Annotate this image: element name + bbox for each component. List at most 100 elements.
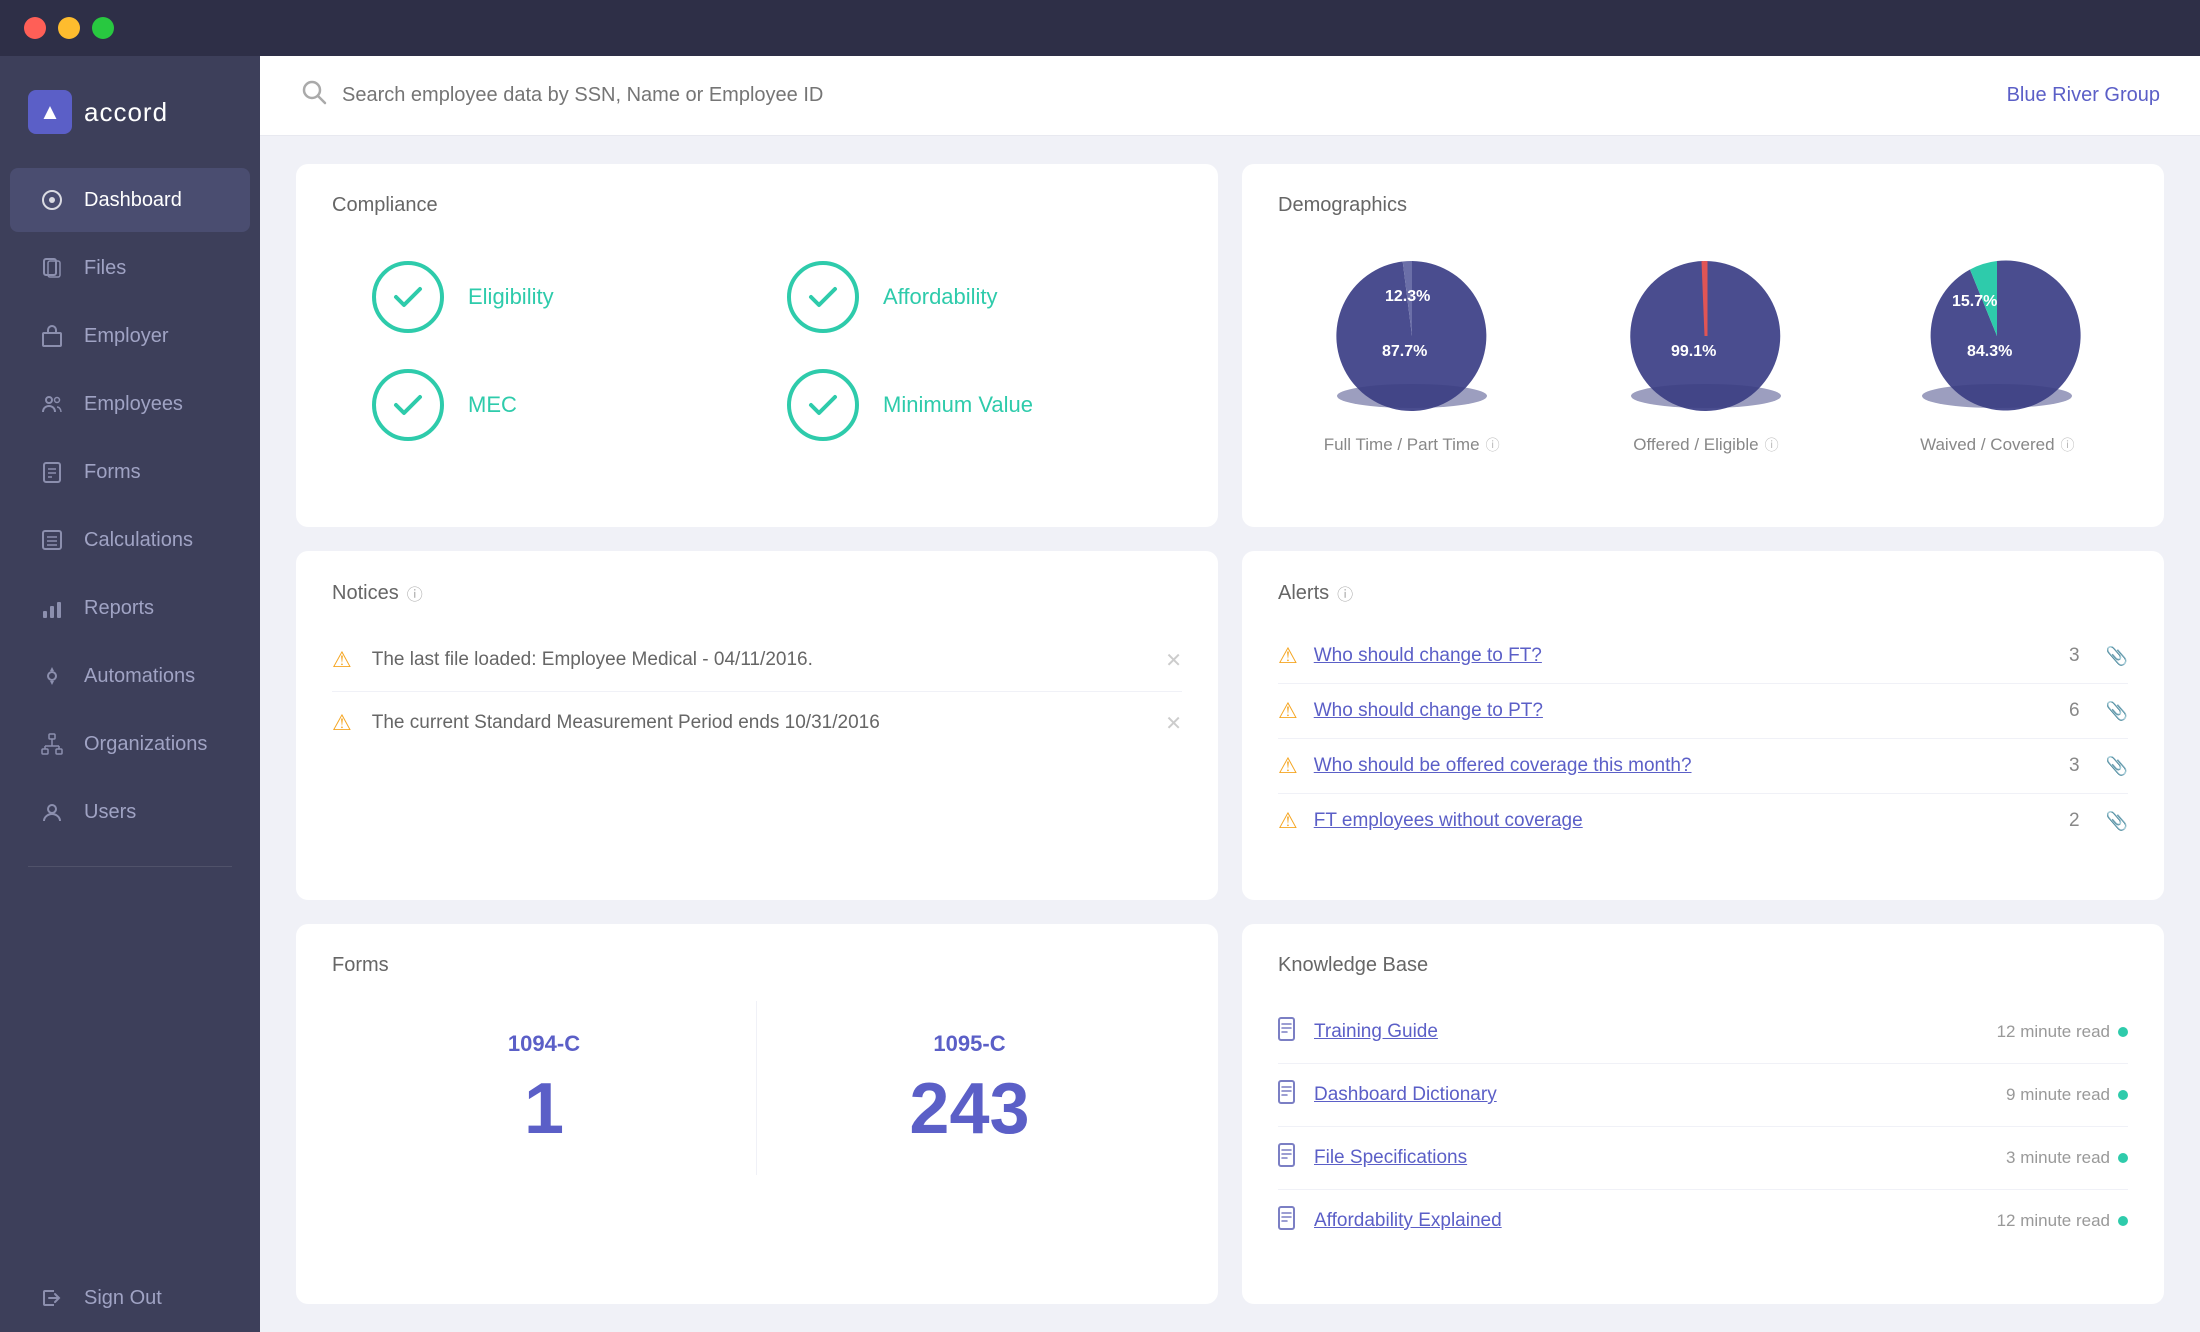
titlebar [0,0,2200,56]
form-1094c: 1094-C 1 [332,1001,757,1175]
sidebar-item-dashboard[interactable]: Dashboard [10,168,250,232]
demographics-card: Demographics 87.7% 12.3% [1242,164,2164,527]
compliance-card: Compliance Eligibility [296,164,1218,527]
chart-ft-pt-label: Full Time / Part Time ⓘ [1324,435,1500,455]
minimum-value-label: Minimum Value [883,392,1033,418]
alert-warning-icon-2: ⚠ [1278,753,1298,779]
search-input[interactable] [342,84,842,107]
kb-doc-icon-2 [1278,1143,1298,1173]
employees-icon [38,390,66,418]
pie-chart-offered-eligible: 99.1% [1621,251,1791,421]
sidebar-item-users[interactable]: Users [10,780,250,844]
demographics-title: Demographics [1278,194,2128,217]
notices-info-icon: ⓘ [407,581,423,605]
alert-count-1: 6 [2069,700,2080,722]
svg-text:12.3%: 12.3% [1385,288,1430,305]
chart-offered-eligible-label: Offered / Eligible ⓘ [1633,435,1778,455]
kb-label-3[interactable]: Affordability Explained [1314,1210,1502,1232]
notice-text-1: The current Standard Measurement Period … [372,712,880,734]
forms-grid: 1094-C 1 1095-C 243 [332,1001,1182,1175]
sidebar-item-forms[interactable]: Forms [10,440,250,504]
alert-link-3[interactable]: FT employees without coverage [1314,810,2053,832]
pie-chart-ft-pt: 87.7% 12.3% [1327,251,1497,421]
chart-offered-eligible: 99.1% Offered / Eligible ⓘ [1621,251,1791,455]
dashboard-grid: Compliance Eligibility [260,136,2200,1332]
alert-link-1[interactable]: Who should change to PT? [1314,700,2053,722]
alert-warning-icon-1: ⚠ [1278,698,1298,724]
sidebar-item-organizations[interactable]: Organizations [10,712,250,776]
sidebar-item-calculations[interactable]: Calculations [10,508,250,572]
main-content: Blue River Group Compliance Eligibi [260,56,2200,1332]
organizations-icon [38,730,66,758]
sidebar-item-label: Reports [84,597,154,620]
signout-label: Sign Out [84,1287,162,1310]
alert-count-0: 3 [2069,645,2080,667]
kb-item-0: Training Guide 12 minute read [1278,1001,2128,1064]
kb-dot-0 [2118,1027,2128,1037]
sidebar-item-employees[interactable]: Employees [10,372,250,436]
form-1094c-name: 1094-C [508,1031,580,1057]
form-1095c-name: 1095-C [933,1031,1005,1057]
sidebar-item-reports[interactable]: Reports [10,576,250,640]
sidebar-item-label: Employer [84,325,168,348]
notice-text-0: The last file loaded: Employee Medical -… [372,649,813,671]
alert-link-0[interactable]: Who should change to FT? [1314,645,2053,667]
compliance-minimum-value: Minimum Value [787,369,1142,441]
alert-item-1: ⚠ Who should change to PT? 6 📎 [1278,684,2128,739]
clip-icon-3: 📎 [2106,811,2128,832]
notice-close-0[interactable]: ✕ [1165,648,1182,673]
alerts-info-icon: ⓘ [1337,581,1353,605]
knowledge-base-title: Knowledge Base [1278,954,2128,977]
sidebar-item-employer[interactable]: Employer [10,304,250,368]
signout-button[interactable]: Sign Out [10,1266,250,1330]
sidebar-item-label: Employees [84,393,183,416]
forms-card: Forms 1094-C 1 1095-C 243 [296,924,1218,1304]
kb-dot-1 [2118,1090,2128,1100]
chart-waived-covered-label: Waived / Covered ⓘ [1920,435,2074,455]
sidebar-item-automations[interactable]: Automations [10,644,250,708]
notice-warning-icon-0: ⚠ [332,647,352,673]
search-icon [300,78,328,113]
kb-dot-2 [2118,1153,2128,1163]
search-bar [300,78,2007,113]
svg-text:99.1%: 99.1% [1671,343,1716,360]
sidebar-item-label: Organizations [84,733,207,756]
nav-bottom: Sign Out [0,1264,260,1332]
forms-title: Forms [332,954,1182,977]
form-1094c-count: 1 [524,1073,564,1145]
kb-label-0[interactable]: Training Guide [1314,1021,1438,1043]
notice-close-1[interactable]: ✕ [1165,711,1182,736]
alerts-card: Alerts ⓘ ⚠ Who should change to FT? 3 📎 … [1242,551,2164,900]
svg-text:84.3%: 84.3% [1967,343,2012,360]
minimize-dot[interactable] [58,17,80,39]
notices-title: Notices ⓘ [332,581,1182,605]
maximize-dot[interactable] [92,17,114,39]
signout-icon [38,1284,66,1312]
close-dot[interactable] [24,17,46,39]
kb-label-2[interactable]: File Specifications [1314,1147,1467,1169]
notice-item-0: ⚠ The last file loaded: Employee Medical… [332,629,1182,692]
logo: ▲ accord [0,66,260,166]
sidebar-item-files[interactable]: Files [10,236,250,300]
logo-text: accord [84,97,168,128]
alert-link-2[interactable]: Who should be offered coverage this mont… [1314,755,2053,777]
kb-read-time-0: 12 minute read [1997,1022,2128,1042]
compliance-title: Compliance [332,194,1182,217]
kb-label-1[interactable]: Dashboard Dictionary [1314,1084,1497,1106]
company-name: Blue River Group [2007,84,2160,107]
mec-label: MEC [468,392,517,418]
sidebar-divider [28,866,232,867]
alert-count-3: 2 [2069,810,2080,832]
sidebar-item-label: Calculations [84,529,193,552]
compliance-affordability: Affordability [787,261,1142,333]
pie-chart-waived-covered: 84.3% 15.7% [1912,251,2082,421]
compliance-grid: Eligibility Affordability [332,241,1182,461]
eligibility-label: Eligibility [468,284,554,310]
notices-card: Notices ⓘ ⚠ The last file loaded: Employ… [296,551,1218,900]
alert-item-0: ⚠ Who should change to FT? 3 📎 [1278,629,2128,684]
dashboard-icon [38,186,66,214]
sidebar-item-label: Dashboard [84,189,182,212]
kb-dot-3 [2118,1216,2128,1226]
kb-doc-icon-3 [1278,1206,1298,1236]
svg-text:15.7%: 15.7% [1952,293,1997,310]
